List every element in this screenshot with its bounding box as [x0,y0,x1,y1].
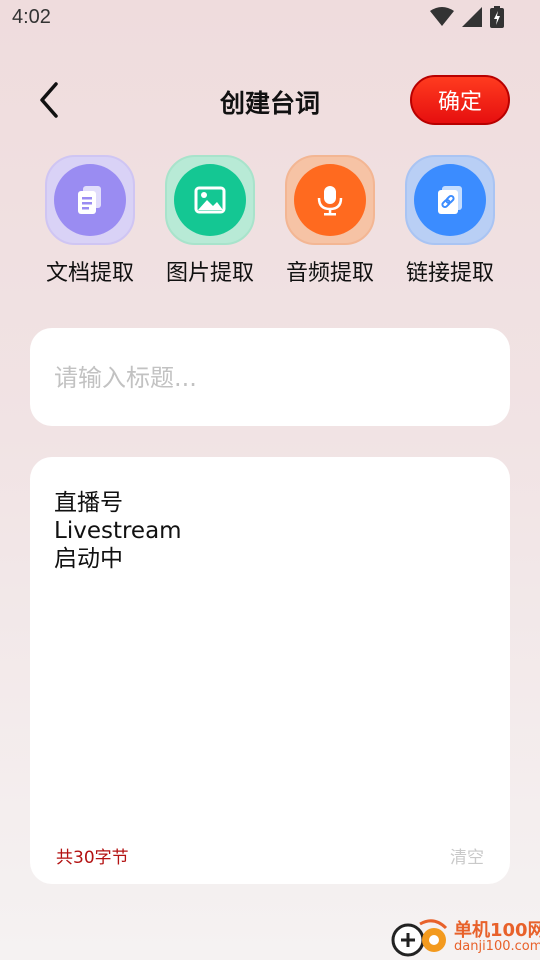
tool-label: 文档提取 [45,261,134,286]
tool-label: 音频提取 [285,261,374,286]
watermark-url: danji100.com [454,939,540,954]
content-text[interactable]: 直播号 Livestream 启动中 [54,489,182,573]
watermark: 单机100网 danji100.com [390,916,540,960]
tool-icon-frame [405,155,495,245]
battery-icon [490,6,504,28]
link-icon [438,186,462,214]
tool-label: 链接提取 [405,261,494,286]
microphone-icon [317,186,343,216]
content-editor[interactable]: 直播号 Livestream 启动中 共30字节 清空 [30,457,510,884]
confirm-button[interactable]: 确定 [410,75,510,125]
tool-icon-frame [45,155,135,245]
content-line: 启动中 [54,546,123,572]
byte-count: 共30字节 [56,848,129,868]
extract-tools: 文档提取 图片提取 音频提取 链接提取 [0,155,540,290]
link-extract-button[interactable]: 链接提取 [395,155,505,287]
status-bar: 4:02 [0,0,540,38]
watermark-logo [391,919,448,957]
tool-icon-frame [165,155,255,245]
clear-button[interactable]: 清空 [450,843,484,868]
signal-icon [462,7,482,27]
status-icons [430,6,504,28]
tool-label: 图片提取 [165,261,254,286]
tool-icon-circle [174,164,246,236]
content-line: Livestream [54,518,182,544]
wifi-icon [430,7,454,26]
document-extract-button[interactable]: 文档提取 [35,155,145,287]
audio-extract-button[interactable]: 音频提取 [275,155,385,287]
title-input-card [30,328,510,426]
title-input[interactable] [52,350,486,406]
image-extract-button[interactable]: 图片提取 [155,155,265,287]
content-line: 直播号 [54,490,123,516]
document-icon [78,186,101,214]
header: 创建台词 确定 [0,70,540,130]
tool-icon-circle [414,164,486,236]
status-time: 4:02 [12,6,51,28]
tool-icon-frame [285,155,375,245]
image-icon [194,186,226,214]
tool-icon-circle [54,164,126,236]
tool-icon-circle [294,164,366,236]
